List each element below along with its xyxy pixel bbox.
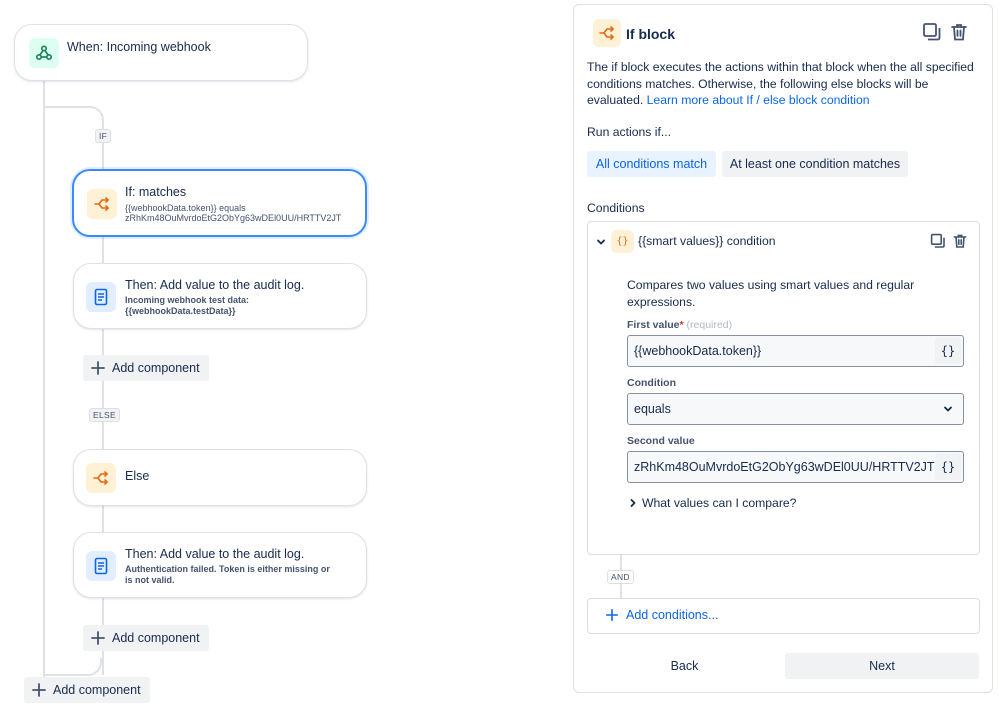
- duplicate-icon[interactable]: [922, 22, 944, 44]
- connector-branch: [44, 106, 104, 126]
- connector-line: [102, 506, 104, 533]
- plus-icon: [32, 683, 46, 697]
- then-card-subtitle-2: is not valid.: [125, 575, 175, 585]
- then-card-subtitle-1: Incoming webhook test data:: [125, 295, 250, 305]
- webhook-icon: [29, 38, 59, 68]
- then-action-card[interactable]: Then: Add value to the audit log. Authen…: [73, 532, 367, 598]
- then-card-subtitle-1: Authentication failed. Token is either m…: [125, 564, 330, 574]
- branch-icon: [87, 189, 117, 219]
- trigger-title: When: Incoming webhook: [67, 40, 211, 54]
- smart-value-button[interactable]: {}: [935, 338, 961, 364]
- panel-description: The if block executes the actions within…: [587, 59, 977, 109]
- first-value-input[interactable]: {{webhookData.token}}: [627, 335, 964, 367]
- required-marker: *: [679, 319, 684, 331]
- trash-icon[interactable]: [949, 22, 971, 44]
- back-button[interactable]: Back: [588, 653, 781, 679]
- all-conditions-match-option[interactable]: All conditions match: [587, 151, 716, 177]
- if-condition-card[interactable]: If: matches {{webhookData.token}} equals…: [72, 169, 367, 237]
- connector-merge: [44, 658, 102, 676]
- and-tag: AND: [607, 570, 634, 584]
- first-value-label-text: First value: [627, 319, 680, 331]
- next-button[interactable]: Next: [785, 653, 979, 679]
- add-component-button[interactable]: Add component: [83, 355, 209, 381]
- condition-select-value: equals: [634, 402, 671, 416]
- conditions-heading: Conditions: [587, 201, 645, 215]
- smart-value-button[interactable]: {}: [935, 454, 961, 480]
- if-card-title: If: matches: [125, 185, 187, 199]
- else-card[interactable]: Else: [73, 449, 367, 506]
- then-card-title: Then: Add value to the audit log.: [125, 278, 305, 292]
- connector-line: [43, 80, 45, 680]
- at-least-one-condition-option[interactable]: At least one condition matches: [722, 151, 908, 177]
- connector-line: [102, 598, 104, 625]
- condition-title: {{smart values}} condition: [638, 234, 776, 248]
- add-component-label: Add component: [53, 683, 141, 697]
- plus-icon: [605, 608, 619, 622]
- else-tag: ELSE: [89, 408, 120, 422]
- then-action-card[interactable]: Then: Add value to the audit log. Incomi…: [73, 263, 367, 329]
- add-component-label: Add component: [112, 631, 200, 645]
- branch-icon: [86, 463, 116, 493]
- add-conditions-label: Add conditions...: [626, 608, 719, 622]
- trash-icon[interactable]: [952, 233, 969, 250]
- condition-select[interactable]: equals: [627, 393, 964, 425]
- document-icon: [86, 282, 116, 312]
- second-value-label: Second value: [627, 435, 695, 447]
- connector-line: [102, 651, 104, 675]
- smart-value-icon: {}: [611, 230, 634, 253]
- add-component-button[interactable]: Add component: [83, 625, 209, 651]
- connector-line: [102, 329, 104, 356]
- learn-more-link[interactable]: Learn more about If / else block conditi…: [647, 93, 870, 107]
- chevron-down-icon[interactable]: [595, 236, 607, 248]
- else-card-title: Else: [125, 469, 150, 483]
- connector-line: [102, 237, 104, 263]
- add-conditions-button[interactable]: Add conditions...: [605, 608, 718, 622]
- condition-label: Condition: [627, 377, 676, 389]
- second-value-input[interactable]: zRhKm48OuMvrdoEtG2ObYg63wDEl0UU/HRTTV2JT: [627, 451, 964, 483]
- compare-help-toggle[interactable]: What values can I compare?: [642, 495, 796, 512]
- panel-title: If block: [626, 26, 676, 42]
- document-icon: [86, 551, 116, 581]
- add-component-label: Add component: [112, 361, 200, 375]
- plus-icon: [91, 361, 105, 375]
- then-card-subtitle-2: {{webhookData.testData}}: [125, 306, 236, 316]
- chevron-right-icon[interactable]: [627, 497, 639, 509]
- condition-description: Compares two values using smart values a…: [627, 278, 915, 309]
- required-hint: (required): [686, 319, 733, 331]
- branch-icon: [593, 19, 621, 47]
- add-component-button[interactable]: Add component: [24, 677, 150, 703]
- duplicate-icon[interactable]: [930, 233, 947, 250]
- if-card-subtitle-2: zRhKm48OuMvrdoEtG2ObYg63wDEl0UU/HRTTV2JT: [125, 213, 342, 223]
- plus-icon: [91, 631, 105, 645]
- run-actions-label: Run actions if...: [587, 125, 671, 139]
- trigger-card[interactable]: When: Incoming webhook: [14, 24, 308, 81]
- chevron-down-icon: [942, 403, 954, 415]
- if-tag: IF: [95, 129, 112, 143]
- then-card-title: Then: Add value to the audit log.: [125, 547, 305, 561]
- first-value-label: First value* (required): [627, 319, 732, 331]
